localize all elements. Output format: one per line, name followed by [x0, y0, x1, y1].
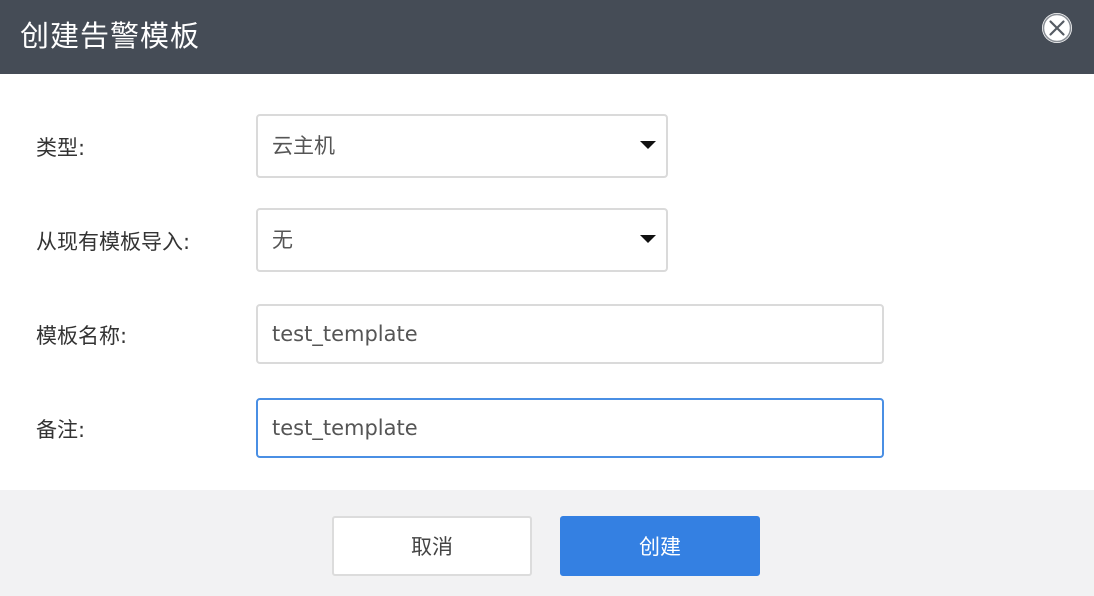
caret-down-icon: [640, 235, 656, 243]
cancel-button[interactable]: 取消: [332, 516, 532, 576]
import-row: 从现有模板导入: 无: [0, 208, 1094, 272]
create-button[interactable]: 创建: [560, 516, 760, 576]
import-template-select[interactable]: 无: [256, 208, 668, 272]
create-alert-template-dialog: 创建告警模板 类型: 云主机 从现有模板导入: 无 模板名称: test_tem…: [0, 0, 1094, 596]
template-name-row: 模板名称:: [0, 304, 1094, 364]
dialog-title: 创建告警模板: [20, 19, 201, 53]
remark-label: 备注:: [36, 418, 86, 442]
type-row: 类型: 云主机: [0, 114, 1094, 178]
caret-down-icon: [640, 141, 656, 149]
type-select[interactable]: 云主机: [256, 114, 668, 178]
dialog-footer: 取消 创建: [0, 490, 1094, 596]
dialog-header: 创建告警模板: [0, 0, 1094, 74]
close-icon[interactable]: [1042, 13, 1072, 43]
template-name-label: 模板名称:: [36, 324, 128, 348]
import-label: 从现有模板导入:: [36, 230, 191, 254]
type-select-value: 云主机: [272, 134, 335, 158]
template-name-input[interactable]: [256, 304, 884, 364]
type-label: 类型:: [36, 136, 86, 160]
dialog-body: 类型: 云主机 从现有模板导入: 无 模板名称: 备注:: [0, 74, 1094, 490]
import-select-value: 无: [272, 228, 293, 252]
remark-input[interactable]: [256, 398, 884, 458]
remark-row: 备注:: [0, 398, 1094, 458]
